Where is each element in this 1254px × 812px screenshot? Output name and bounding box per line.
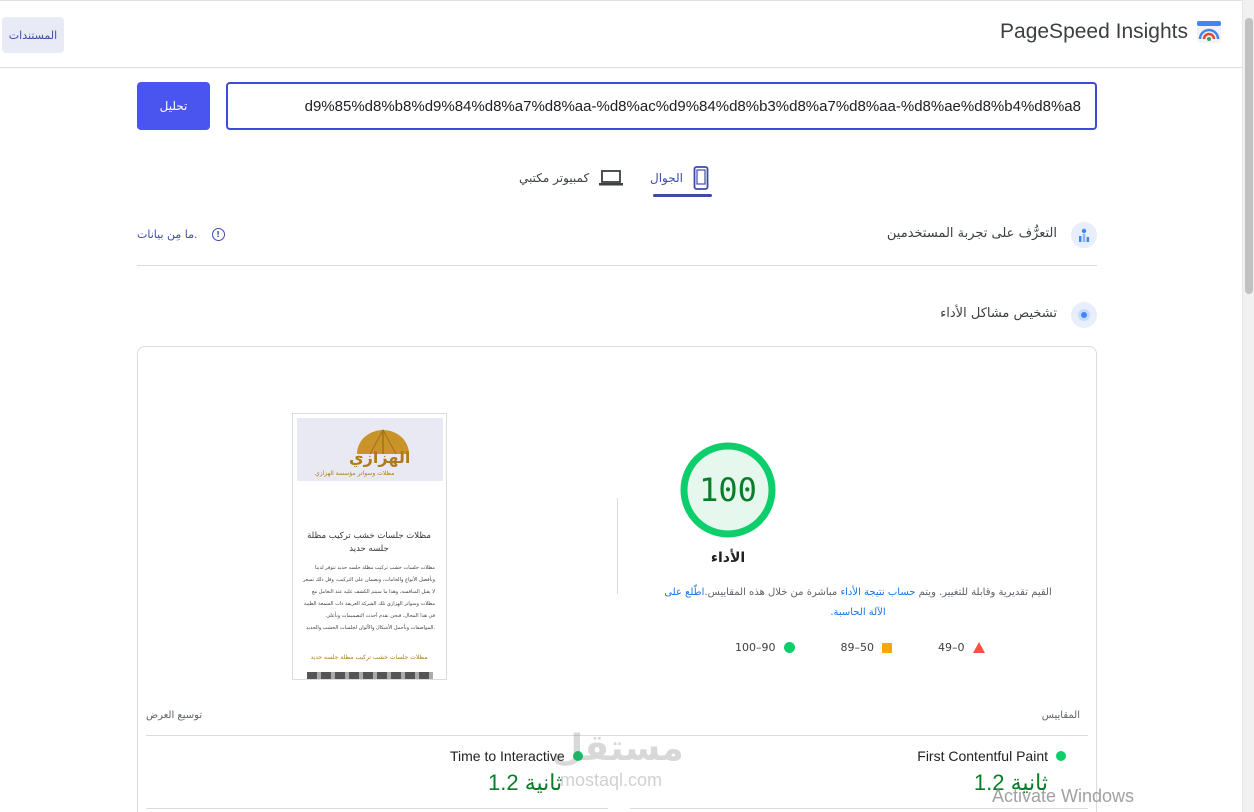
laptop-icon	[599, 170, 624, 186]
performance-score: 100	[699, 471, 757, 509]
field-data-section: التعرُّف على تجربة المستخدمين ما مِن بيا…	[137, 220, 1097, 266]
legend-poor-label: 49–0	[938, 641, 965, 654]
poor-triangle-icon	[972, 642, 985, 653]
metric-value: 1.2 ثانية	[488, 770, 563, 795]
info-icon[interactable]: !	[211, 228, 225, 241]
performance-description: القيم تقديرية وقابلة للتغيير. ويتم حساب …	[663, 583, 1053, 623]
score-legend: 100–90 89–50 49–0	[735, 641, 985, 654]
field-data-title: التعرُّف على تجربة المستخدمين	[886, 226, 1057, 241]
page-screenshot-thumbnail: الهزازي مظلات وسواتر مؤسسة الهزازي مظلات…	[292, 413, 447, 680]
score-calc-link[interactable]: حساب نتيجة الأداء	[840, 587, 915, 598]
analyze-button[interactable]: تحليل	[137, 82, 210, 130]
legend-average: 89–50	[840, 641, 892, 654]
docs-button[interactable]: المستندات	[2, 17, 64, 53]
active-tab-indicator	[653, 194, 712, 197]
diagnostics-section: تشخيص مشاكل الأداء	[137, 300, 1097, 330]
pagespeed-logo-icon	[1197, 21, 1221, 43]
diagnostics-icon	[1071, 302, 1097, 328]
app-header: المستندات PageSpeed Insights	[0, 3, 1242, 68]
expand-view-toggle[interactable]: توسيع العرض	[146, 710, 202, 721]
thumbnail-title: مظلات جلسات خشب تركيب مظلة جلسه حديد	[307, 531, 431, 554]
tab-desktop-label: كمبيوتر مكتبي	[519, 171, 590, 185]
brand-title: PageSpeed Insights	[1000, 20, 1188, 43]
metric-name: Time to Interactive	[450, 748, 565, 764]
metric-row-divider	[146, 808, 608, 809]
page-scrollbar[interactable]	[1242, 0, 1254, 812]
mostaql-watermark-url: mostaql.com	[560, 770, 663, 790]
thumbnail-site-header: الهزازي مظلات وسواتر مؤسسة الهزازي	[297, 418, 443, 481]
url-input[interactable]	[226, 82, 1097, 130]
thumbnail-link: مظلات جلسات خشب تركيب مظلة جلسه حديد	[310, 654, 428, 661]
legend-poor: 49–0	[938, 641, 985, 654]
legend-good: 100–90	[735, 641, 795, 654]
activate-windows-watermark: Activate Windows	[992, 786, 1135, 806]
metrics-heading: المقاييس	[1041, 710, 1080, 721]
no-data-notice[interactable]: ما مِن بيانات. !	[137, 228, 225, 241]
metric-first-contentful-paint: First Contentful Paint	[917, 748, 1066, 764]
no-data-text: ما مِن بيانات.	[137, 228, 198, 241]
legend-average-label: 89–50	[840, 641, 875, 654]
performance-label: الأداء	[710, 550, 746, 566]
diagnostics-title: تشخيص مشاكل الأداء	[940, 306, 1057, 321]
tab-mobile-label: الجوال	[650, 171, 683, 185]
brand[interactable]: PageSpeed Insights	[1000, 19, 1222, 45]
performance-gauge: 100	[678, 440, 778, 540]
tab-desktop[interactable]: كمبيوتر مكتبي	[519, 158, 624, 198]
thumbnail-logo-subtitle: مظلات وسواتر مؤسسة الهزازي	[315, 470, 395, 477]
scrollbar-thumb[interactable]	[1245, 18, 1253, 294]
tab-mobile[interactable]: الجوال	[650, 158, 709, 198]
metric-row-divider	[630, 808, 1088, 809]
average-square-icon	[882, 642, 892, 653]
phone-icon	[693, 166, 709, 190]
good-circle-icon	[1056, 751, 1066, 761]
metric-name: First Contentful Paint	[917, 748, 1048, 764]
thumbnail-image-strip	[307, 672, 433, 679]
legend-good-label: 100–90	[735, 641, 776, 654]
desc-text: القيم تقديرية وقابلة للتغيير. ويتم	[915, 587, 1052, 598]
thumbnail-logo-text: الهزازي	[349, 448, 411, 467]
card-divider	[617, 498, 618, 594]
desc-mid: مباشرة من خلال هذه المقاييس.	[704, 587, 841, 598]
users-chart-icon	[1071, 222, 1097, 248]
mostaql-watermark: مستقل	[552, 728, 684, 769]
thumbnail-body: مظلات جلسات خشب تركيب مظلة جلسه حديد تتو…	[303, 565, 435, 631]
good-circle-icon	[783, 642, 795, 653]
